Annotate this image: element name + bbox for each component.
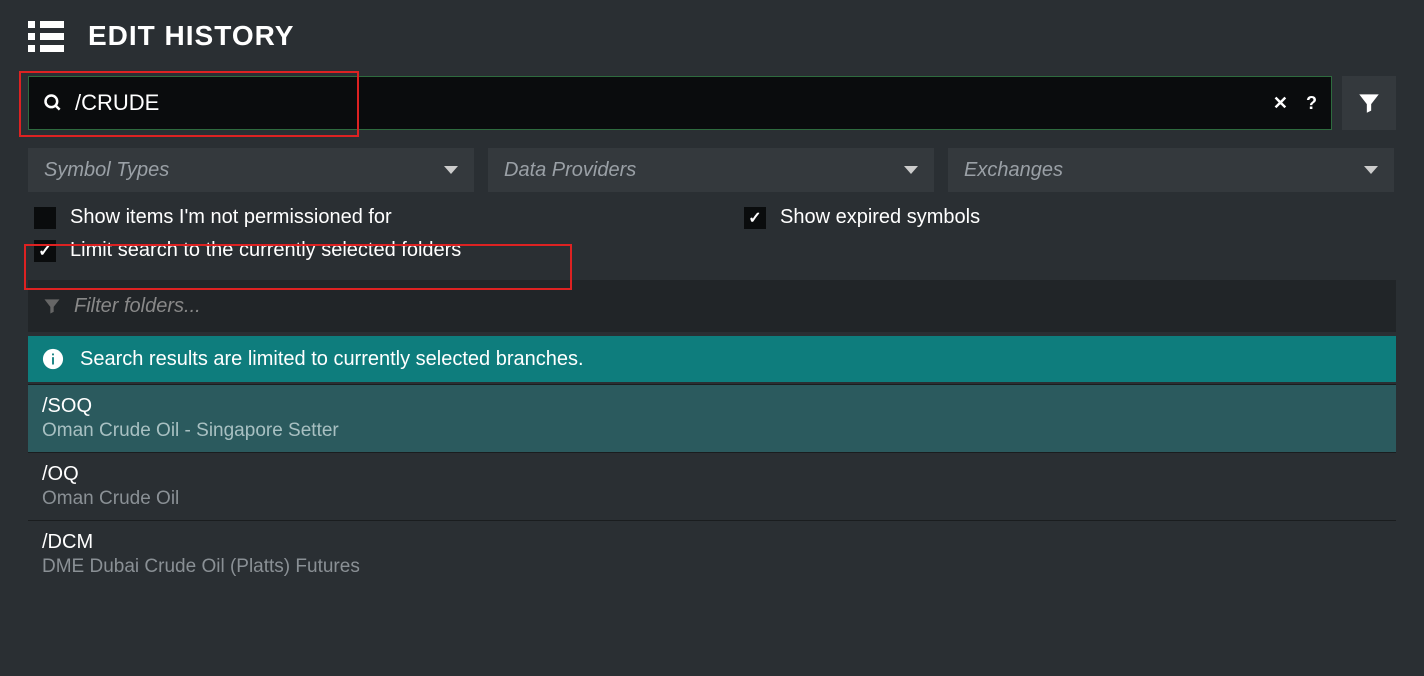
- search-box[interactable]: ✕ ?: [28, 76, 1332, 130]
- checkbox-label: Show expired symbols: [780, 206, 980, 229]
- chevron-down-icon: [904, 166, 918, 174]
- result-description: Oman Crude Oil - Singapore Setter: [42, 420, 1382, 442]
- menu-icon[interactable]: [28, 21, 64, 52]
- chevron-down-icon: [444, 166, 458, 174]
- result-symbol: /OQ: [42, 463, 1382, 486]
- chevron-down-icon: [1364, 166, 1378, 174]
- data-providers-dropdown[interactable]: Data Providers: [488, 148, 934, 192]
- search-help-icon[interactable]: ?: [1306, 93, 1317, 114]
- dropdown-label: Symbol Types: [44, 159, 169, 182]
- result-symbol: /SOQ: [42, 395, 1382, 418]
- results-list: /SOQOman Crude Oil - Singapore Setter/OQ…: [28, 384, 1396, 588]
- checkbox-box[interactable]: ✓: [34, 240, 56, 262]
- result-item[interactable]: /SOQOman Crude Oil - Singapore Setter: [28, 384, 1396, 452]
- search-icon: [43, 93, 63, 113]
- checkbox-limit-search[interactable]: ✓ Limit search to the currently selected…: [34, 239, 1396, 262]
- result-description: Oman Crude Oil: [42, 488, 1382, 510]
- result-item[interactable]: /DCMDME Dubai Crude Oil (Platts) Futures: [28, 520, 1396, 588]
- checkbox-box[interactable]: ✓: [744, 207, 766, 229]
- checkbox-box[interactable]: [34, 207, 56, 229]
- funnel-icon: [1356, 90, 1382, 116]
- filter-folders-placeholder: Filter folders...: [74, 295, 201, 318]
- result-symbol: /DCM: [42, 531, 1382, 554]
- checkbox-label: Show items I'm not permissioned for: [70, 206, 392, 229]
- page-title: EDIT HISTORY: [88, 20, 294, 52]
- checkbox-not-permissioned[interactable]: Show items I'm not permissioned for: [34, 206, 684, 229]
- exchanges-dropdown[interactable]: Exchanges: [948, 148, 1394, 192]
- checkbox-show-expired[interactable]: ✓ Show expired symbols: [744, 206, 980, 229]
- filter-button[interactable]: [1342, 76, 1396, 130]
- dropdown-label: Data Providers: [504, 159, 636, 182]
- notice-text: Search results are limited to currently …: [80, 348, 584, 371]
- result-description: DME Dubai Crude Oil (Platts) Futures: [42, 556, 1382, 578]
- header: EDIT HISTORY: [28, 20, 1396, 52]
- funnel-icon: [42, 296, 62, 316]
- notice-bar: Search results are limited to currently …: [28, 336, 1396, 382]
- search-input[interactable]: [75, 90, 1273, 116]
- result-item[interactable]: /OQOman Crude Oil: [28, 452, 1396, 520]
- checkbox-label: Limit search to the currently selected f…: [70, 239, 461, 262]
- info-icon: [42, 348, 64, 370]
- symbol-types-dropdown[interactable]: Symbol Types: [28, 148, 474, 192]
- filter-folders-input[interactable]: Filter folders...: [28, 280, 1396, 332]
- dropdown-label: Exchanges: [964, 159, 1063, 182]
- clear-search-icon[interactable]: ✕: [1273, 93, 1288, 114]
